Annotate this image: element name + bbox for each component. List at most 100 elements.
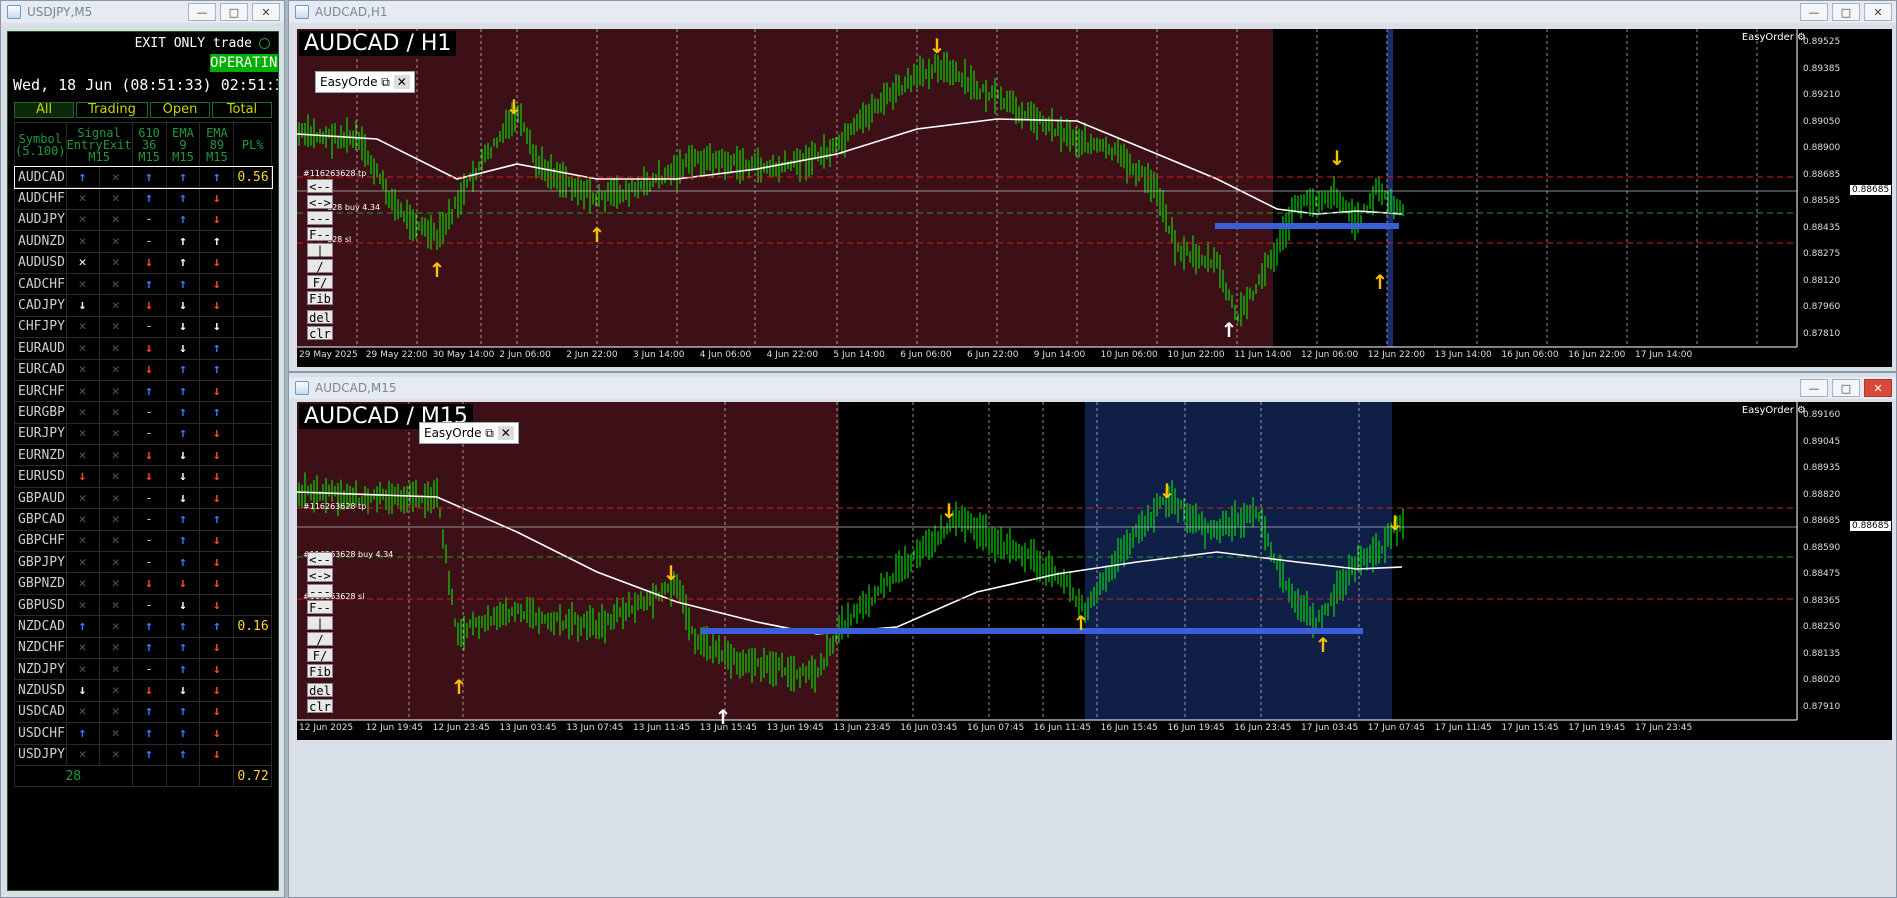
table-row[interactable]: AUDJPY ✕ ✕ - ↑ ↓ <box>14 208 272 232</box>
table-row[interactable]: EURNZD ✕ ✕ ↓ ↓ ↓ <box>14 444 272 467</box>
symbol-cell[interactable]: EURCAD <box>14 358 67 381</box>
symbol-cell[interactable]: EURAUD <box>14 337 67 360</box>
table-row[interactable]: NZDJPY ✕ ✕ - ↑ ↓ <box>14 657 272 681</box>
table-row[interactable]: NZDCHF ✕ ✕ ↑ ↑ ↓ <box>14 636 272 659</box>
minimize-button[interactable]: — <box>1800 379 1828 397</box>
close-icon[interactable]: ✕ <box>497 426 514 440</box>
symbol-cell[interactable]: NZDJPY <box>14 657 67 681</box>
tool-trendline[interactable]: / <box>307 259 333 274</box>
symbol-cell[interactable]: EURGBP <box>14 401 67 424</box>
tool-hline-f[interactable]: F-- <box>307 227 333 242</box>
table-row[interactable]: GBPNZD ✕ ✕ ↓ ↓ ↓ <box>14 572 272 595</box>
symbol-cell[interactable]: AUDUSD <box>14 251 67 274</box>
symbol-cell[interactable]: EURNZD <box>14 444 67 467</box>
table-row[interactable]: GBPCHF ✕ ✕ - ↑ ↓ <box>14 529 272 553</box>
tool-vline[interactable]: | <box>307 616 333 631</box>
table-row[interactable]: EURAUD ✕ ✕ ↓ ↓ ↑ <box>14 337 272 360</box>
tool-clear[interactable]: clr <box>307 699 333 714</box>
symbol-cell[interactable]: NZDUSD <box>14 679 67 702</box>
symbol-cell[interactable]: GBPCAD <box>14 508 67 531</box>
symbol-cell[interactable]: EURUSD <box>14 465 67 488</box>
symbol-cell[interactable]: AUDCAD <box>14 165 67 189</box>
symbol-cell[interactable]: GBPNZD <box>14 572 67 595</box>
tool-fib[interactable]: Fib <box>307 664 333 679</box>
table-row[interactable]: AUDCHF ✕ ✕ ↑ ↑ ↓ <box>14 187 272 210</box>
symbol-cell[interactable]: GBPUSD <box>14 593 67 617</box>
easyorder-corner[interactable]: EasyOrder ⚙ <box>1742 32 1806 43</box>
tool-trend-f[interactable]: F/ <box>307 275 333 290</box>
table-row[interactable]: NZDCAD ↑ ✕ ↑ ↑ ↑ 0.16 <box>14 615 272 638</box>
maximize-button[interactable]: □ <box>1832 379 1860 397</box>
table-row[interactable]: NZDUSD ↓ ✕ ↓ ↓ ↓ <box>14 679 272 702</box>
table-row[interactable]: EURCAD ✕ ✕ ↓ ↑ ↑ <box>14 358 272 381</box>
tool-vline[interactable]: | <box>307 243 333 258</box>
tool-trendline[interactable]: / <box>307 632 333 647</box>
table-row[interactable]: CADJPY ↓ ✕ ↓ ↓ ↓ <box>14 294 272 317</box>
table-row[interactable]: GBPJPY ✕ ✕ - ↑ ↓ <box>14 551 272 574</box>
minimize-button[interactable]: — <box>1800 3 1828 21</box>
table-row[interactable]: GBPUSD ✕ ✕ - ↓ ↓ <box>14 593 272 617</box>
restore-icon[interactable]: ⧉ <box>485 426 494 440</box>
easyorder-button[interactable]: EasyOrde ⧉ ✕ <box>315 71 415 93</box>
tab-all[interactable]: All <box>14 102 74 118</box>
symbol-cell[interactable]: USDCAD <box>14 700 67 724</box>
tool-clear[interactable]: clr <box>307 326 333 341</box>
symbol-cell[interactable]: GBPAUD <box>14 486 67 510</box>
tool-ray-both[interactable]: <-> <box>307 195 333 210</box>
table-row[interactable]: USDCAD ✕ ✕ ↑ ↑ ↓ <box>14 700 272 724</box>
symbol-cell[interactable]: GBPJPY <box>14 551 67 574</box>
tool-ray-left[interactable]: <-- <box>307 552 333 567</box>
table-row[interactable]: AUDNZD ✕ ✕ - ↑ ↑ <box>14 230 272 253</box>
table-row[interactable]: AUDUSD ✕ ✕ ↓ ↑ ↓ <box>14 251 272 274</box>
symbol-cell[interactable]: EURJPY <box>14 422 67 446</box>
symbol-cell[interactable]: AUDNZD <box>14 230 67 253</box>
restore-icon[interactable]: ⧉ <box>381 75 390 89</box>
chart-m15-pane[interactable]: ↑ ↓ ↓ ↑ ↓ ↑ ↓ ↑ AUDCAD / M15 EasyOrde ⧉ ✕ EasyO… <box>297 402 1892 740</box>
symbol-cell[interactable]: NZDCHF <box>14 636 67 659</box>
table-row[interactable]: EURUSD ↓ ✕ ↓ ↓ ↓ <box>14 465 272 488</box>
close-button[interactable]: ✕ <box>1864 3 1892 21</box>
symbol-cell[interactable]: CADJPY <box>14 294 67 317</box>
table-row[interactable]: USDCHF ↑ ✕ ↑ ↑ ↓ <box>14 722 272 745</box>
tool-ray-both[interactable]: <-> <box>307 568 333 583</box>
table-row[interactable]: EURJPY ✕ ✕ - ↑ ↓ <box>14 422 272 446</box>
tool-trend-f[interactable]: F/ <box>307 648 333 663</box>
symbol-cell[interactable]: USDJPY <box>14 743 67 766</box>
symbol-cell[interactable]: CHFJPY <box>14 315 67 339</box>
table-row[interactable]: EURGBP ✕ ✕ - ↑ ↑ <box>14 401 272 424</box>
symbol-cell[interactable]: USDCHF <box>14 722 67 745</box>
chart-h1-titlebar[interactable]: AUDCAD,H1 — □ ✕ <box>289 1 1896 23</box>
tab-open[interactable]: Open <box>150 102 210 118</box>
tool-hline-f[interactable]: F-- <box>307 600 333 615</box>
settings-icon[interactable] <box>259 38 270 49</box>
tool-fib[interactable]: Fib <box>307 291 333 306</box>
tab-total[interactable]: Total <box>212 102 272 118</box>
close-button[interactable]: ✕ <box>1864 379 1892 397</box>
close-icon[interactable]: ✕ <box>393 75 410 89</box>
symbol-cell[interactable]: GBPCHF <box>14 529 67 553</box>
tool-ray-left[interactable]: <-- <box>307 179 333 194</box>
tab-trading[interactable]: Trading <box>76 102 148 118</box>
maximize-button[interactable]: □ <box>1832 3 1860 21</box>
close-button[interactable]: ✕ <box>252 3 280 21</box>
table-row[interactable]: GBPCAD ✕ ✕ - ↑ ↑ <box>14 508 272 531</box>
tool-hline[interactable]: --- <box>307 211 333 226</box>
table-row[interactable]: AUDCAD ↑ ✕ ↑ ↑ ↑ 0.56 <box>13 165 273 189</box>
table-row[interactable]: CADCHF ✕ ✕ ↑ ↑ ↓ <box>14 272 272 296</box>
table-row[interactable]: CHFJPY ✕ ✕ - ↓ ↓ <box>14 315 272 339</box>
symbol-cell[interactable]: EURCHF <box>14 379 67 403</box>
symbol-cell[interactable]: AUDJPY <box>14 208 67 232</box>
table-row[interactable]: GBPAUD ✕ ✕ - ↓ ↓ <box>14 486 272 510</box>
easyorder-corner[interactable]: EasyOrder ⚙ <box>1742 405 1806 416</box>
tool-hline[interactable]: --- <box>307 584 333 599</box>
tool-delete[interactable]: del <box>307 310 333 325</box>
dashboard-titlebar[interactable]: USDJPY,M5 — □ ✕ <box>1 1 284 23</box>
minimize-button[interactable]: — <box>188 3 216 21</box>
symbol-cell[interactable]: AUDCHF <box>14 187 67 210</box>
table-row[interactable]: USDJPY ✕ ✕ ↑ ↑ ↓ <box>14 743 272 766</box>
easyorder-button[interactable]: EasyOrde ⧉ ✕ <box>419 422 519 444</box>
maximize-button[interactable]: □ <box>220 3 248 21</box>
price-chart-m15[interactable]: ↑↓↓↑↓↑↓↑ <box>297 402 1892 740</box>
symbol-cell[interactable]: NZDCAD <box>14 615 67 638</box>
tool-delete[interactable]: del <box>307 683 333 698</box>
